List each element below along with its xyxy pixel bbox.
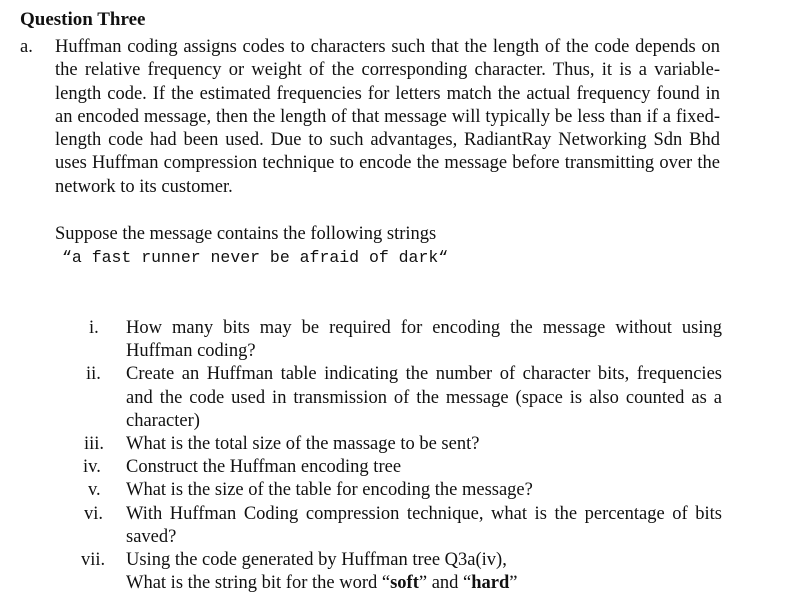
sub-question-text: Construct the Huffman encoding tree [126, 457, 402, 478]
sub-question-text: How many bits may be required for encodi… [126, 318, 722, 362]
sub-question-number: i. [89, 318, 99, 338]
sub-question-number: iv. [83, 457, 101, 478]
sub-question-text-line2: What is the string bit for the word “sof… [126, 573, 518, 593]
sub-question-text-suffix: ” [509, 573, 518, 594]
sub-question-text-between: ” and “ [418, 573, 472, 594]
question-heading: Question Three [20, 9, 146, 30]
bold-word-hard: hard [471, 573, 510, 594]
sub-question-item: v. What is the size of the table for enc… [82, 479, 722, 502]
sub-question-text-line1: Using the code generated by Huffman tree… [126, 550, 507, 571]
sub-question-number: vii. [81, 550, 106, 571]
sub-question-text: What is the size of the table for encodi… [126, 480, 533, 501]
sub-question-number: vi. [84, 503, 104, 524]
sub-question-text: With Huffman Coding compression techniqu… [126, 503, 722, 547]
sub-question-text-prefix: What is the string bit for the word “ [126, 573, 391, 594]
sub-question-item: vi. With Huffman Coding compression tech… [82, 503, 722, 549]
sub-question-text: What is the total size of the massage to… [126, 434, 480, 455]
sub-question-number: ii. [86, 364, 101, 385]
huffman-description-paragraph: Huffman coding assigns codes to characte… [55, 37, 720, 197]
bold-word-soft: soft [390, 573, 419, 594]
sub-question-item: ii. Create an Huffman table indicating t… [82, 363, 722, 433]
message-string: “a fast runner never be afraid of dark“ [62, 248, 449, 267]
sub-question-number: v. [88, 480, 101, 501]
sub-question-text: Create an Huffman table indicating the n… [126, 364, 722, 431]
part-label: a. [20, 37, 33, 57]
sub-question-list: i. How many bits may be required for enc… [81, 317, 722, 595]
message-intro-text: Suppose the message contains the followi… [55, 224, 437, 244]
sub-question-item: i. How many bits may be required for enc… [82, 317, 722, 363]
sub-question-item: iii. What is the total size of the massa… [82, 433, 722, 456]
sub-question-number: iii. [84, 434, 105, 455]
sub-question-item: iv. Construct the Huffman encoding tree [82, 456, 722, 479]
sub-question-item: vii. Using the code generated by Huffman… [81, 549, 722, 595]
